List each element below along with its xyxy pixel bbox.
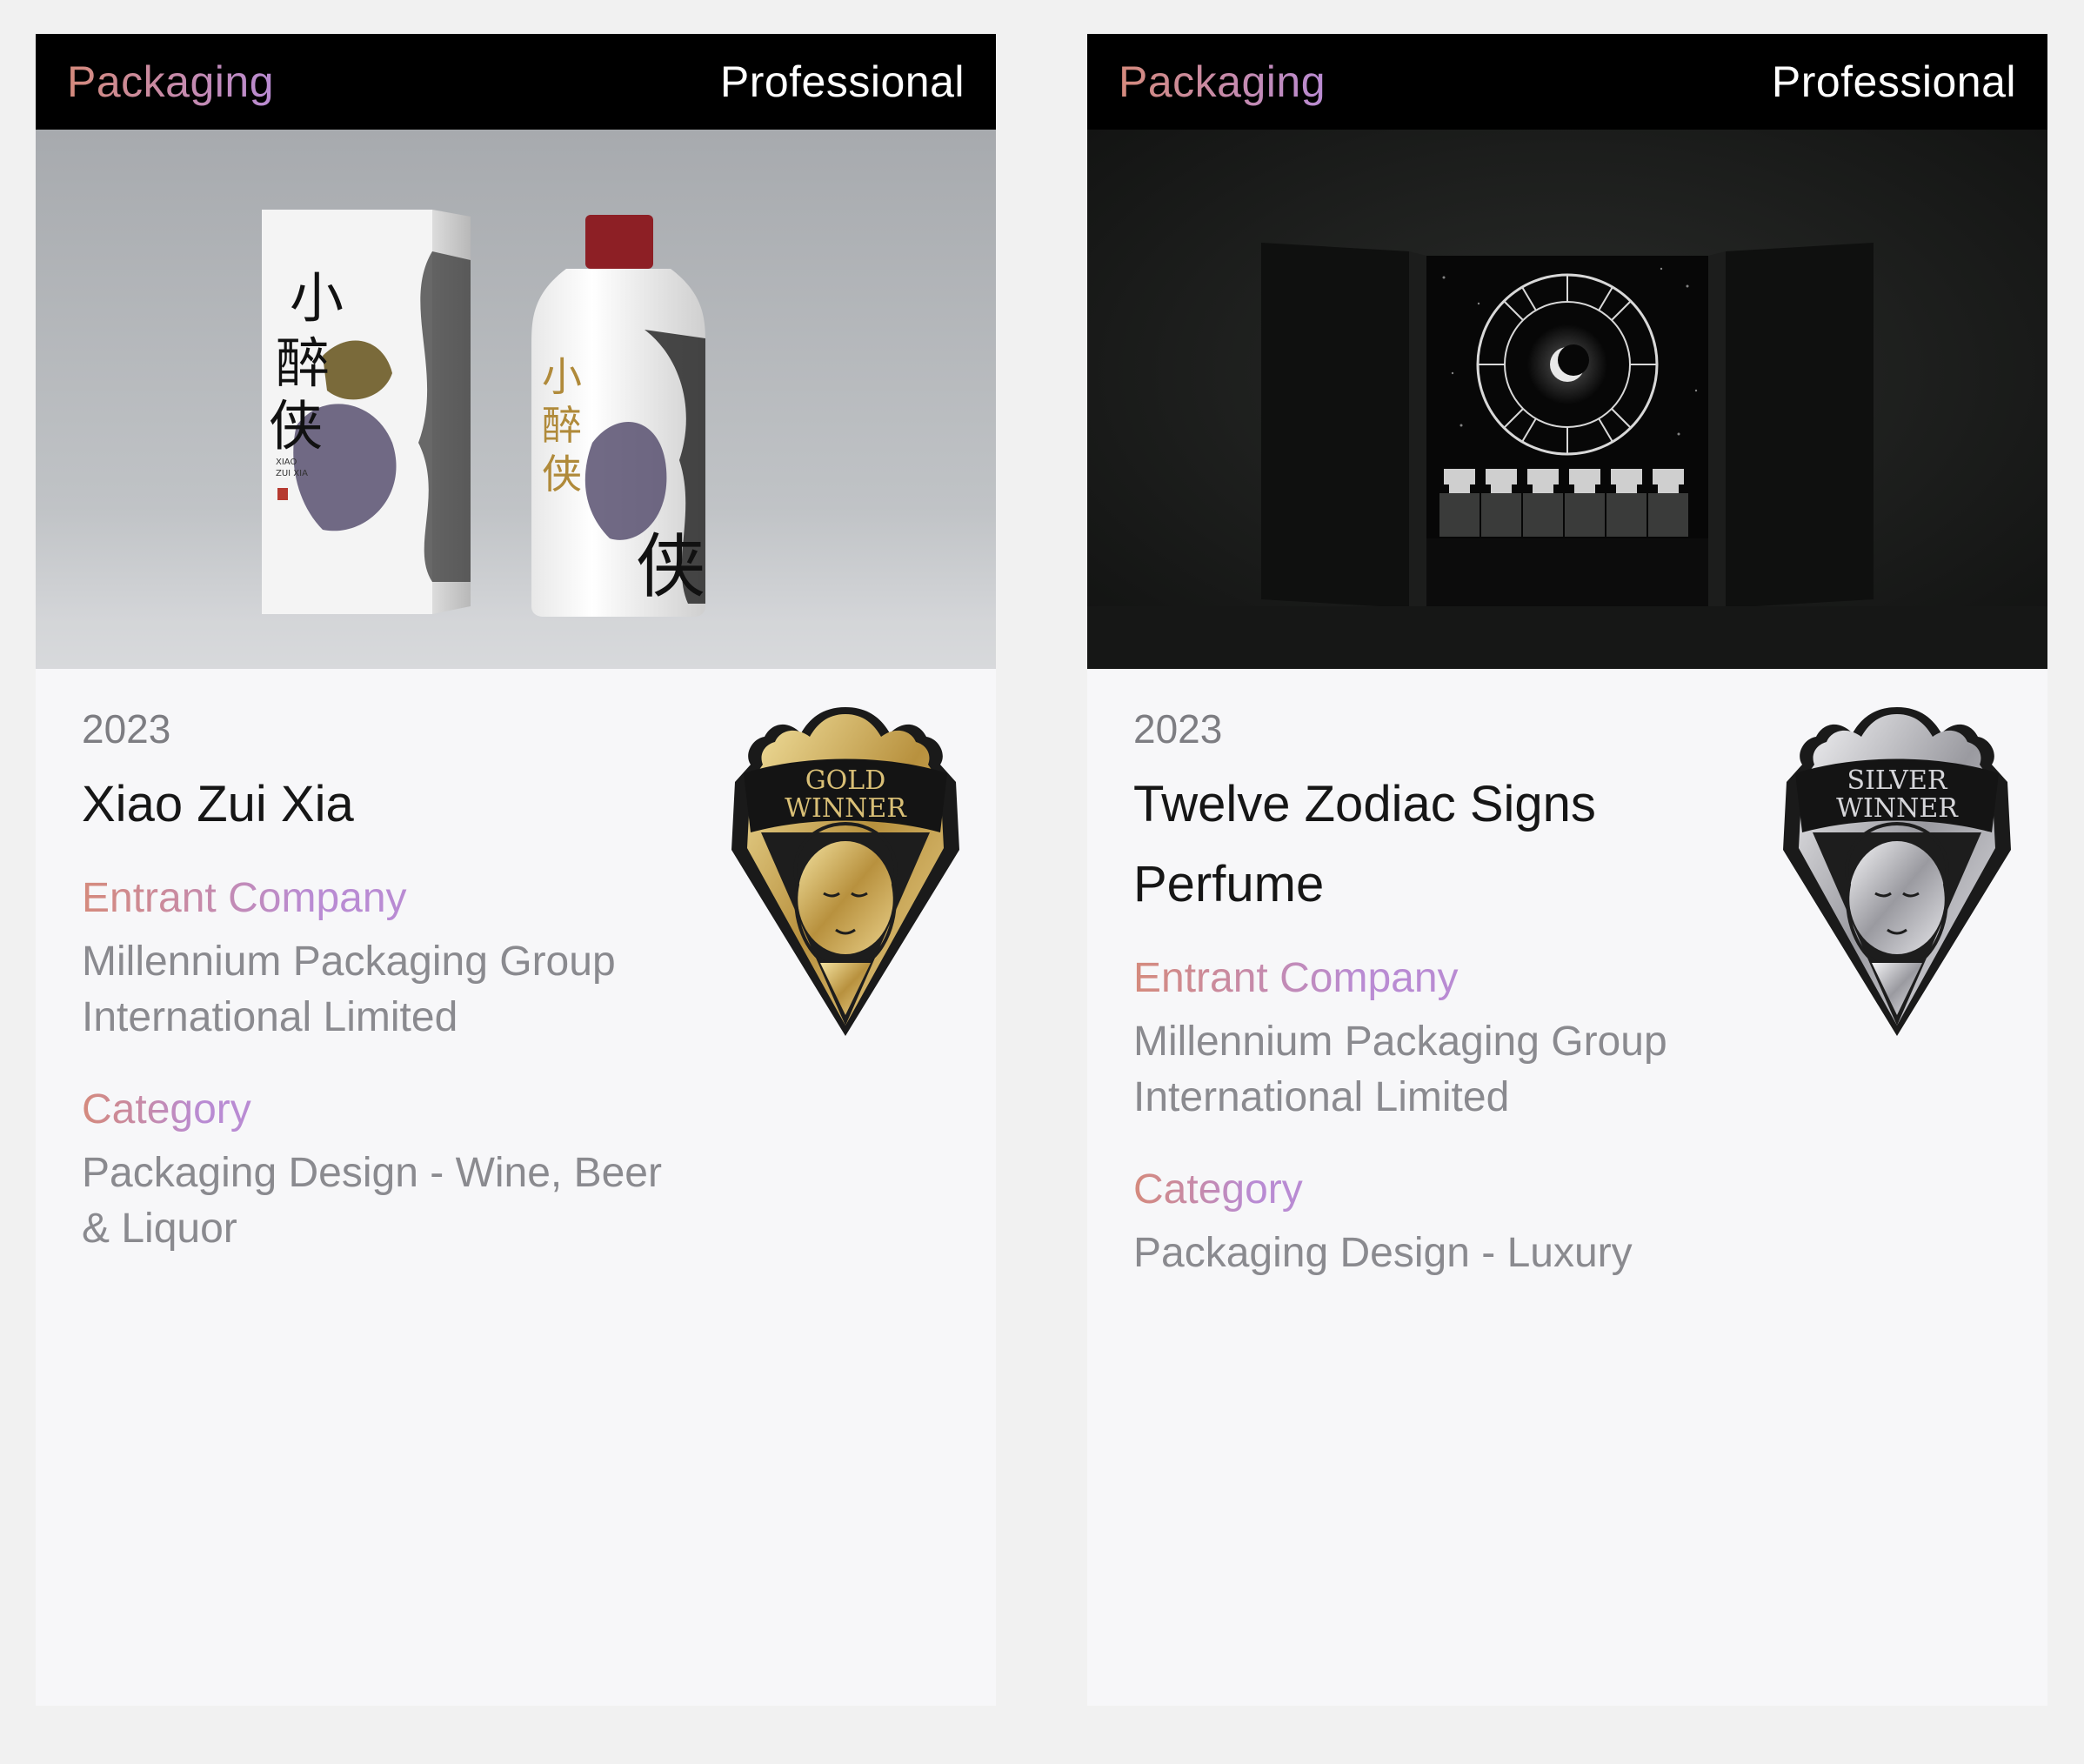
svg-text:WINNER: WINNER bbox=[1836, 793, 1959, 824]
box-title-char-1: 小 bbox=[290, 266, 344, 330]
product-image[interactable] bbox=[1087, 130, 2047, 669]
svg-text:GOLD: GOLD bbox=[805, 765, 886, 796]
entrant-label: Entrant Company bbox=[1133, 955, 1459, 1001]
svg-text:SILVER: SILVER bbox=[1847, 765, 1948, 796]
card-title[interactable]: Twelve Zodiac Signs Perfume bbox=[1133, 765, 1673, 925]
svg-text:醉: 醉 bbox=[542, 402, 582, 449]
gold-winner-badge-icon: GOLD WINNER bbox=[731, 707, 959, 1036]
silver-winner-badge-icon: SILVER WINNER bbox=[1783, 707, 2011, 1036]
card-type: Packaging bbox=[67, 57, 274, 106]
card-title[interactable]: Xiao Zui Xia bbox=[82, 765, 691, 845]
svg-text:侠: 侠 bbox=[542, 451, 582, 498]
card-header: Packaging Professional bbox=[1087, 34, 2047, 130]
award-card[interactable]: Packaging Professional bbox=[36, 34, 996, 1706]
category-label: Category bbox=[1133, 1166, 1303, 1213]
card-type: Packaging bbox=[1119, 57, 1326, 106]
svg-text:侠: 侠 bbox=[269, 394, 323, 458]
svg-text:XIAO: XIAO bbox=[276, 458, 297, 467]
card-body: 2023 Twelve Zodiac Signs Perfume Entrant… bbox=[1087, 669, 2047, 1281]
card-body: 2023 Xiao Zui Xia Entrant Company Millen… bbox=[36, 669, 996, 1257]
svg-text:ZUI XIA: ZUI XIA bbox=[276, 469, 308, 478]
category-label: Category bbox=[82, 1086, 251, 1133]
svg-text:醉: 醉 bbox=[276, 331, 330, 395]
category-value: Packaging Design - Luxury bbox=[1133, 1230, 1633, 1276]
entrant-label: Entrant Company bbox=[82, 875, 407, 921]
card-level: Professional bbox=[719, 57, 965, 106]
entrant-value: Millennium Packaging Group International… bbox=[1133, 1019, 1667, 1120]
svg-text:侠: 侠 bbox=[636, 526, 705, 607]
entrant-value: Millennium Packaging Group International… bbox=[82, 939, 616, 1040]
page: Packaging Professional 小 醉 侠 XIAO ZUI XI… bbox=[0, 0, 2084, 1764]
svg-text:小: 小 bbox=[542, 353, 582, 400]
card-level: Professional bbox=[1771, 57, 2016, 106]
product-image[interactable]: 小 醉 侠 XIAO ZUI XIA 小 醉 侠 侠 bbox=[36, 130, 996, 669]
award-card[interactable]: Packaging Professional bbox=[1087, 34, 2047, 1706]
svg-text:WINNER: WINNER bbox=[785, 793, 907, 824]
category-value: Packaging Design - Wine, Beer & Liquor bbox=[82, 1150, 662, 1252]
card-header: Packaging Professional bbox=[36, 34, 996, 130]
